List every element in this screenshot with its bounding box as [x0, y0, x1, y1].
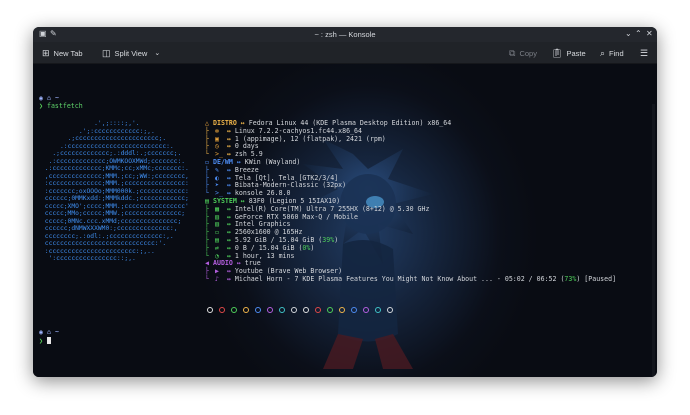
palette-dot: [351, 307, 357, 313]
split-view-icon: ◫: [102, 47, 111, 58]
chevron-down-icon: ⌄: [154, 50, 161, 57]
fedora-icon: ◉: [39, 328, 43, 336]
command-text: fastfetch: [46, 102, 83, 110]
new-tab-button[interactable]: ⊞ New Tab: [42, 42, 83, 64]
fedora-ascii-logo: .',;::::;,'. .';:cccccccccccc:;,. .;cccc…: [44, 120, 189, 262]
percent-value: 73%: [564, 274, 577, 283]
palette-dot: [231, 307, 237, 313]
close-icon[interactable]: ✕: [646, 29, 653, 38]
home-icon: ⌂: [46, 328, 51, 336]
hamburger-menu-button[interactable]: ☰: [640, 42, 648, 64]
palette-dot: [375, 307, 381, 313]
percent-value: 39%: [322, 235, 335, 244]
info-row: └ ♪ ↔ Michael Horn - 7 KDE Plasma Feature…: [205, 274, 617, 284]
titlebar[interactable]: ▣ ✎ ~ : zsh — Konsole ⌄ ⌃ ✕: [33, 27, 657, 42]
find-label: Find: [609, 48, 624, 58]
info-row: └ ◔ ↔ 1 hour, 13 mins: [205, 252, 616, 261]
split-view-label: Split View: [114, 48, 148, 58]
info-row: ├ ▣ ↔ 1 (appimage), 12 (flatpak), 2421 (r…: [205, 135, 616, 144]
maximize-icon[interactable]: ⌃: [635, 29, 642, 38]
palette-dot: [327, 307, 333, 313]
prompt-path: ~: [54, 94, 59, 102]
arrow-icon: ↔: [223, 274, 235, 283]
music-icon: ♪: [215, 274, 219, 283]
copy-button[interactable]: ⧉ Copy: [509, 42, 537, 64]
search-icon: ⌕: [600, 47, 606, 58]
prompt-path-2: ~: [54, 328, 59, 336]
copy-icon: ⧉: [509, 47, 516, 58]
window-title: ~ : zsh — Konsole: [314, 30, 376, 39]
paste-button[interactable]: 📋︎ Paste: [551, 42, 586, 64]
text-cursor: [46, 337, 51, 344]
palette-dot: [387, 307, 393, 313]
palette-dot: [315, 307, 321, 313]
info-value-tail: ) [Paused]: [576, 274, 617, 283]
scrollbar[interactable]: [652, 104, 655, 377]
toolbar: ⊞ New Tab ◫ Split View ⌄ ⧉ Copy 📋︎ Paste…: [33, 42, 657, 64]
color-palette: [207, 307, 393, 313]
konsole-window: ▣ ✎ ~ : zsh — Konsole ⌄ ⌃ ✕ ⊞ New Tab ◫ …: [33, 27, 657, 377]
command-line: ❯ fastfetch: [39, 102, 83, 111]
info-value-tail: ): [334, 235, 339, 244]
split-view-button[interactable]: ◫ Split View ⌄: [102, 42, 160, 64]
command-line-2[interactable]: ❯: [39, 337, 51, 346]
palette-dot: [291, 307, 297, 313]
tree-branch: └: [205, 274, 209, 283]
info-section-row: ▭ DE/WM ↔ KWin (Wayland): [205, 158, 616, 167]
palette-dot: [279, 307, 285, 313]
hamburger-menu-icon: ☰: [640, 47, 649, 58]
home-icon: ⌂: [46, 94, 51, 102]
palette-dot: [339, 307, 345, 313]
copy-label: Copy: [519, 48, 537, 58]
info-row: ├ ◷ ↔ 0 days: [205, 143, 616, 151]
fedora-icon: ◉: [39, 94, 43, 102]
paste-icon: 📋︎: [551, 47, 563, 58]
new-tab-icon: ⊞: [42, 47, 50, 58]
palette-dot: [207, 307, 213, 313]
new-tab-label: New Tab: [53, 48, 83, 58]
palette-dot: [303, 307, 309, 313]
palette-dot: [255, 307, 261, 313]
terminal-area[interactable]: ◉ ⌂ ~ ❯ fastfetch .',;::::;,'. .';:ccccc…: [33, 64, 657, 377]
paste-label: Paste: [566, 48, 586, 58]
palette-dot: [267, 307, 273, 313]
prompt-arrow-icon: ❯: [39, 337, 43, 345]
fastfetch-info: △ DISTRO ↔ Fedora Linux 44 (KDE Plasma De…: [205, 119, 617, 284]
find-button[interactable]: ⌕ Find: [600, 42, 624, 64]
palette-dot: [219, 307, 225, 313]
palette-dot: [363, 307, 369, 313]
palette-dot: [243, 307, 249, 313]
info-value-tail: ): [310, 243, 315, 252]
prompt-arrow-icon: ❯: [39, 102, 43, 110]
prompt-line-2: ◉ ⌂ ~: [39, 328, 59, 337]
percent-value: 0%: [302, 243, 311, 252]
info-value: Michael Horn - 7 KDE Plasma Features You…: [234, 274, 565, 283]
minimize-icon[interactable]: ⌄: [625, 29, 632, 38]
